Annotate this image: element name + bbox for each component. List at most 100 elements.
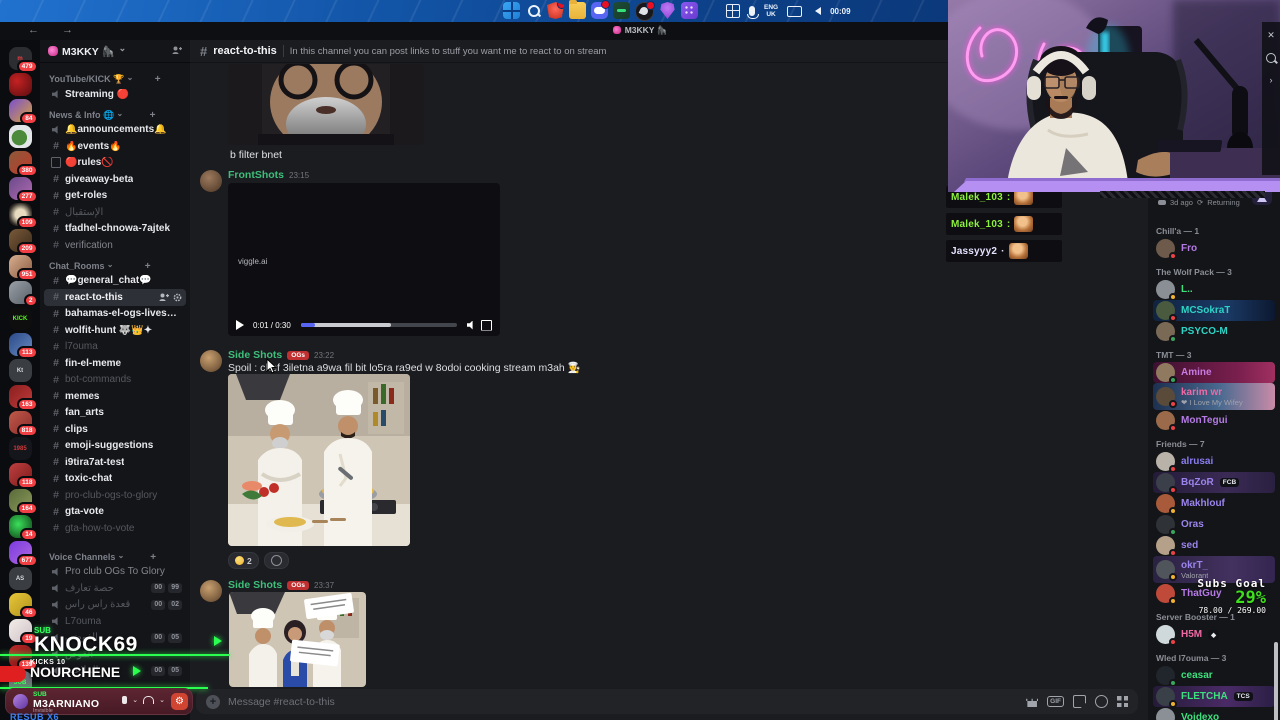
member-row[interactable]: ceasar	[1156, 665, 1272, 687]
server-icon[interactable]	[8, 125, 32, 148]
channel-row[interactable]: verification	[44, 237, 186, 254]
channel-row[interactable]: get-roles	[44, 188, 186, 205]
app-grid-icon[interactable]	[681, 2, 698, 19]
discord-icon[interactable]	[591, 0, 610, 19]
tray-grid-icon[interactable]	[726, 4, 740, 18]
member-line[interactable]: PSYCO-M	[1153, 321, 1275, 343]
member-row[interactable]: karim wr ❤ I Love My Wifey	[1153, 383, 1275, 410]
channel-row[interactable]: الملاعب 00 05	[44, 663, 186, 680]
channel-row[interactable]: 🔥events🔥	[44, 138, 186, 155]
video-player[interactable]: viggle.ai 0:01 / 0:30	[228, 183, 500, 336]
apps-icon[interactable]	[1117, 696, 1128, 707]
server-header[interactable]: M3KKY 🦍	[40, 40, 190, 63]
member-row[interactable]: Wled l7ouma — 3	[1156, 645, 1272, 665]
chat-image-attachment[interactable]	[229, 592, 366, 687]
search-icon[interactable]	[525, 2, 542, 19]
channel-row[interactable]: 💬general_chat💬	[44, 273, 186, 290]
channel-row[interactable]: Pro club OGs To Glory	[44, 564, 186, 581]
channel-row[interactable]: l7ouma	[44, 339, 186, 356]
volume-icon[interactable]	[467, 320, 473, 330]
server-icon[interactable]: 380	[8, 151, 38, 177]
gif-icon[interactable]: GIF	[1047, 696, 1064, 707]
member-row[interactable]: H5M ◆	[1153, 624, 1275, 646]
channel-row[interactable]: gta-vote	[44, 504, 186, 521]
add-channel-icon[interactable]	[155, 74, 161, 85]
gift-icon[interactable]	[1026, 698, 1039, 707]
language-indicator[interactable]: ENG UK	[764, 4, 778, 18]
channel-row[interactable]: react-to-this	[44, 289, 186, 306]
avatar[interactable]	[200, 580, 222, 602]
avatar[interactable]	[200, 170, 222, 192]
server-icon[interactable]: 164	[8, 489, 38, 515]
channel-row[interactable]: 🔔announcements🔔	[44, 122, 186, 139]
server-icon[interactable]: 46	[8, 593, 38, 619]
member-row[interactable]: TMT — 3	[1156, 342, 1272, 362]
channel-row[interactable]: Chat_Rooms	[44, 260, 186, 273]
member-row[interactable]: Chill'a — 1	[1156, 218, 1272, 238]
search-icon[interactable]	[1266, 53, 1276, 63]
fullscreen-icon[interactable]	[481, 319, 492, 331]
channel-row[interactable]: Streaming 🔴	[44, 86, 186, 103]
channel-row[interactable]: gta-how-to-vote	[44, 520, 186, 537]
member-row[interactable]: MCSokraT	[1153, 300, 1275, 322]
member-row[interactable]: FLETCHA TCS	[1153, 686, 1275, 708]
attach-plus-icon[interactable]: +	[206, 694, 220, 709]
server-icon[interactable]: m 479	[8, 47, 38, 73]
server-icon[interactable]: 113	[8, 333, 38, 359]
invite-icon[interactable]	[172, 46, 182, 57]
server-icon[interactable]: 209	[8, 229, 38, 255]
server-icon[interactable]: SUB	[8, 671, 32, 694]
member-row[interactable]: Fro	[1153, 238, 1275, 260]
server-icon[interactable]: 1985	[8, 437, 32, 460]
member-line[interactable]: BqZoR FCB	[1153, 472, 1275, 494]
member-line[interactable]: Fro	[1153, 238, 1275, 260]
member-line[interactable]: H5M ◆	[1153, 624, 1275, 646]
sticker-icon[interactable]	[1073, 695, 1086, 708]
member-line[interactable]: Voidexo	[1153, 707, 1275, 720]
channel-row[interactable]: toxic-chat	[44, 471, 186, 488]
member-line[interactable]: alrusai	[1153, 451, 1275, 473]
member-row[interactable]: L..	[1153, 279, 1275, 301]
channel-row[interactable]: clips	[44, 421, 186, 438]
member-line[interactable]: karim wr ❤ I Love My Wifey	[1153, 383, 1275, 410]
server-icon[interactable]: 19	[8, 619, 38, 645]
channel-row[interactable]: القوص	[44, 646, 186, 663]
member-line[interactable]: Makhlouf	[1153, 493, 1275, 515]
member-row[interactable]: Amine	[1153, 362, 1275, 384]
message-composer[interactable]: + Message #react-to-this GIF	[196, 689, 1138, 714]
member-line[interactable]: FLETCHA TCS	[1153, 686, 1275, 708]
member-line[interactable]: L..	[1153, 279, 1275, 301]
start-icon[interactable]	[503, 2, 520, 19]
channel-row[interactable]: memes	[44, 388, 186, 405]
obs-icon[interactable]	[635, 1, 655, 21]
server-icon[interactable]: 277	[8, 177, 38, 203]
channel-row[interactable]: Voice Channels	[44, 551, 186, 564]
member-line[interactable]: Oras	[1153, 514, 1275, 536]
channel-row[interactable]: News & Info 🌐	[44, 109, 186, 122]
message-author[interactable]: FrontShots	[228, 169, 284, 181]
channel-row[interactable]: قعدة راس راس 00 02	[44, 597, 186, 614]
channel-row[interactable]: الفوضى 00 05	[44, 630, 186, 647]
member-line[interactable]: MonTegui	[1153, 410, 1275, 432]
server-icon[interactable]: 163	[8, 385, 38, 411]
chat-image-attachment[interactable]	[228, 374, 410, 546]
server-icon[interactable]: 118	[8, 463, 38, 489]
server-icon[interactable]: 84	[8, 99, 38, 125]
server-icon[interactable]: 818	[8, 411, 38, 437]
play-icon[interactable]	[236, 320, 249, 330]
server-icon[interactable]: 2	[8, 281, 38, 307]
member-row[interactable]: alrusai	[1153, 451, 1275, 473]
member-row[interactable]: Friends — 7	[1156, 431, 1272, 451]
add-reaction-button[interactable]	[263, 552, 289, 569]
chevron-right-icon[interactable]: ›	[1270, 75, 1273, 85]
green-app-icon[interactable]	[613, 2, 630, 19]
monitor-icon[interactable]	[787, 5, 803, 17]
channel-row[interactable]: wolfit-hunt 🐺👑✦	[44, 322, 186, 339]
speaker-icon[interactable]	[811, 7, 822, 15]
channel-row[interactable]: tfadhel-chnowa-7ajtek	[44, 221, 186, 238]
seek-bar[interactable]	[300, 323, 457, 327]
message-author[interactable]: Side Shots	[228, 579, 282, 591]
add-channel-icon[interactable]	[150, 552, 156, 563]
server-icon[interactable]: 139	[8, 645, 38, 671]
channel-row[interactable]: L7ouma	[44, 613, 186, 630]
